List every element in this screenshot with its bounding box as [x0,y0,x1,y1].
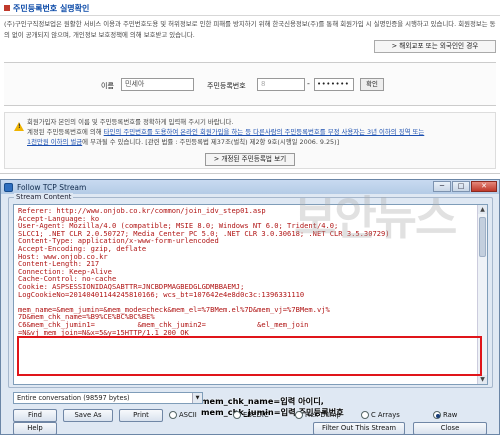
print-button[interactable]: Print [119,409,163,422]
notice-line-2: 계정된 주민등록번호에 의해 타인의 주민번호를 도용하여 온라인 회원가입을 … [27,127,492,137]
radio-c-arrays-label: C Arrays [371,411,400,419]
radio-ascii-label: ASCII [179,411,197,419]
watermark: 보안뉴스 [294,191,457,245]
foreigner-button[interactable]: > 해외교포 또는 외국인인 경우 [374,40,496,53]
help-button[interactable]: Help [13,422,57,435]
filter-out-stream-button[interactable]: Filter Out This Stream [313,422,405,435]
wireshark-app-icon [4,182,13,192]
rrn-first-input[interactable]: 8 [257,78,305,91]
scroll-down-icon[interactable]: ▼ [478,375,487,384]
radio-raw-dot[interactable] [433,411,441,419]
page-divider [0,173,500,174]
save-as-button[interactable]: Save As [63,409,113,422]
rrn-dash: - [307,79,310,88]
radio-ebcdic-dot[interactable] [233,411,241,419]
name-label: 이름 [101,82,114,90]
name-input[interactable]: 민세아 [121,78,194,91]
notice-line-2-prefix: 계정된 주민등록번호에 의해 [27,128,104,136]
radio-c-arrays[interactable]: C Arrays [361,411,400,419]
stream-content-label: Stream Content [14,193,74,201]
rrn-label: 주민등록번호 [207,82,246,90]
page-title-row: 주민등록번호 실명확인 [4,2,89,14]
title-divider [0,15,500,16]
radio-raw[interactable]: Raw [433,411,457,419]
page-description: (주)구인구직정보업은 원활한 서비스 이용과 주민번호도용 및 허위정보로 인… [4,20,496,39]
dialog-title: Follow TCP Stream [17,182,87,192]
signup-webpage: 주민등록번호 실명확인 (주)구인구직정보업은 원활한 서비스 이용과 주민번호… [0,0,500,190]
scroll-up-icon[interactable]: ▲ [478,205,487,214]
identity-form: 이름 민세아 주민등록번호 8 - ••••••• 확인 [4,62,496,106]
notice-link-2[interactable]: 1천만원 이하의 벌금 [27,138,82,146]
radio-ascii-dot[interactable] [169,411,177,419]
warning-icon [14,122,24,131]
stream-line: LogCookieNo=20140401144245810166; wcs_bt… [18,289,305,299]
bullet-icon [4,5,10,11]
radio-raw-label: Raw [443,411,458,419]
close-button[interactable]: Close [413,422,487,435]
radio-hex-dump[interactable]: Hex Dump [295,411,341,419]
annotation-line-1: mem_chk_name=입력 아이디, [201,396,324,406]
find-button[interactable]: Find [13,409,57,422]
scroll-thumb[interactable] [479,217,486,257]
notice-link-1[interactable]: 타인의 주민번호를 도용하여 온라인 회원가입을 하는 등 다른사람의 주민등록… [104,128,425,136]
conversation-select[interactable]: Entire conversation (98597 bytes) ▼ [13,392,203,404]
rrn-second-input[interactable]: ••••••• [314,78,354,91]
notice-line-3: 1천만원 이하의 벌금에 부과될 수 있습니다. [관련 법률 : 주민등록법 … [27,137,492,147]
page-title: 주민등록번호 실명확인 [13,3,90,13]
stream-line: =N&vj_mem_join=N&x=5&y=15HTTP/1.1 200 OK [18,327,189,337]
highlight-box [17,336,482,376]
close-window-button[interactable]: ✕ [471,181,497,192]
notice-line-3-suffix: 에 부과될 수 있습니다. [관련 법률 : 주민등록법 제37조(벌칙) 제2… [82,138,340,146]
radio-hex-dump-label: Hex Dump [305,411,341,419]
notice-line-1: 회원가입자 본인의 이름 및 주민등록번호를 정확하게 입력해 주시기 바랍니다… [27,118,234,126]
radio-ebcdic[interactable]: EBCDIC [233,411,269,419]
radio-ebcdic-label: EBCDIC [243,411,269,419]
confirm-button[interactable]: 확인 [360,78,384,91]
radio-c-arrays-dot[interactable] [361,411,369,419]
law-guide-button[interactable]: > 개정된 주민등록법 보기 [205,153,295,166]
radio-hex-dump-dot[interactable] [295,411,303,419]
conversation-select-value: Entire conversation (98597 bytes) [17,394,130,402]
notice-text: 회원가입자 본인의 이름 및 주민등록번호를 정확하게 입력해 주시기 바랍니다… [27,117,492,147]
chevron-down-icon[interactable]: ▼ [192,393,202,403]
radio-ascii[interactable]: ASCII [169,411,197,419]
